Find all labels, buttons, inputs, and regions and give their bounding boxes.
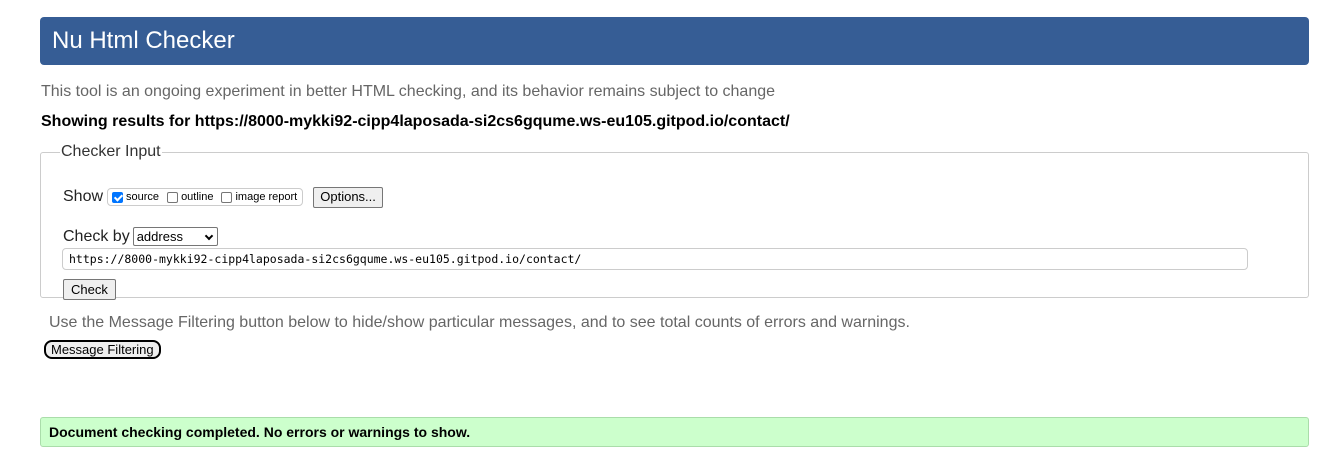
- check-by-select[interactable]: address: [132, 227, 218, 246]
- check-button[interactable]: Check: [63, 279, 116, 300]
- show-options-row: Show source outline image report Options…: [63, 185, 383, 209]
- option-image-report[interactable]: image report: [221, 191, 297, 203]
- message-filtering-button[interactable]: Message Filtering: [44, 340, 161, 359]
- check-by-selected-value: address: [136, 229, 183, 244]
- option-image-report-label: image report: [235, 191, 298, 203]
- message-filtering-note: Use the Message Filtering button below t…: [49, 314, 910, 331]
- result-success-bar: Document checking completed. No errors o…: [40, 417, 1309, 447]
- header-bar: Nu Html Checker: [40, 17, 1309, 65]
- url-input[interactable]: https://8000-mykki92-cipp4laposada-si2cs…: [62, 248, 1248, 270]
- results-for-heading: Showing results for https://8000-mykki92…: [41, 113, 790, 130]
- chevron-down-icon: [204, 231, 213, 241]
- result-message: Document checking completed. No errors o…: [49, 424, 471, 440]
- intro-text: This tool is an ongoing experiment in be…: [41, 83, 776, 100]
- page-title: Nu Html Checker: [52, 27, 235, 54]
- page: Nu Html Checker This tool is an ongoing …: [0, 0, 1339, 457]
- check-by-label: Check by: [63, 227, 130, 245]
- show-label: Show: [63, 188, 104, 205]
- source-checkbox[interactable]: [112, 191, 124, 203]
- show-options-group: source outline image report: [107, 188, 304, 206]
- option-source-label: source: [126, 191, 160, 203]
- option-outline-label: outline: [181, 191, 214, 203]
- option-outline[interactable]: outline: [167, 191, 213, 203]
- image-report-checkbox[interactable]: [221, 191, 233, 203]
- checker-input-fieldset: Checker Input Show source outline image …: [40, 143, 1309, 300]
- check-by-row: Check by address: [63, 227, 218, 246]
- checker-input-legend: Checker Input: [61, 143, 161, 160]
- option-source[interactable]: source: [112, 191, 159, 203]
- outline-checkbox[interactable]: [167, 191, 179, 203]
- options-button[interactable]: Options...: [313, 186, 383, 208]
